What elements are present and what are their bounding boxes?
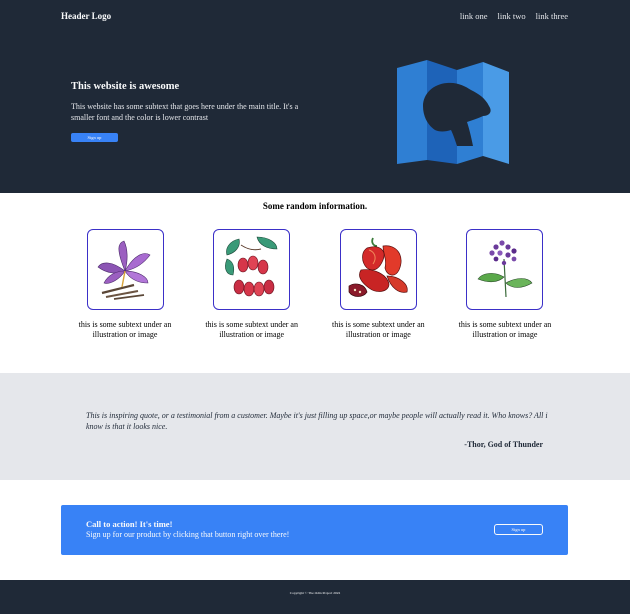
card-image-frame bbox=[466, 229, 544, 310]
landing-page: Header Logo link one link two link three… bbox=[0, 0, 630, 614]
cta-title: Call to action! It's time! bbox=[86, 519, 173, 529]
card-image-frame bbox=[339, 229, 417, 310]
info-cards: this is some subtext under an illustrati… bbox=[66, 229, 564, 340]
quote-section: This is inspiring quote, or a testimonia… bbox=[0, 373, 630, 480]
card-image-frame bbox=[213, 229, 291, 310]
hero-title: This website is awesome bbox=[71, 81, 180, 92]
hero-subtitle: This website has some subtext that goes … bbox=[71, 102, 299, 122]
info-card: this is some subtext under an illustrati… bbox=[193, 229, 311, 340]
header-nav: link one link two link three bbox=[460, 11, 568, 21]
call-to-action: Call to action! It's time! Sign up for o… bbox=[61, 505, 568, 555]
footer-copyright: Copyright © The Odin Project 2022 bbox=[289, 591, 341, 595]
saffron-flower-icon bbox=[97, 240, 151, 300]
nav-link-one[interactable]: link one bbox=[460, 11, 488, 21]
map-with-lion-icon bbox=[397, 60, 509, 164]
info-card: this is some subtext under an illustrati… bbox=[66, 229, 184, 340]
red-pepper-icon bbox=[348, 237, 408, 297]
card-image-frame bbox=[86, 229, 164, 310]
info-title: Some random information. bbox=[262, 201, 368, 211]
card-subtext: this is some subtext under an illustrati… bbox=[331, 320, 425, 339]
card-subtext: this is some subtext under an illustrati… bbox=[205, 320, 298, 339]
berries-icon bbox=[224, 236, 277, 296]
card-subtext: this is some subtext under an illustrati… bbox=[78, 320, 172, 339]
cta-signup-button[interactable]: Sign up bbox=[494, 524, 543, 535]
info-card: this is some subtext under an illustrati… bbox=[446, 229, 564, 340]
nav-link-two[interactable]: link two bbox=[498, 11, 526, 21]
footer: Copyright © The Odin Project 2022 bbox=[0, 580, 630, 614]
nav-link-three[interactable]: link three bbox=[536, 11, 568, 21]
hero-section: Header Logo link one link two link three… bbox=[0, 0, 630, 193]
quote-author: -Thor, God of Thunder bbox=[464, 440, 543, 449]
info-card: this is some subtext under an illustrati… bbox=[319, 229, 437, 340]
purple-flower-icon bbox=[477, 239, 533, 297]
testimonial-quote: This is inspiring quote, or a testimonia… bbox=[86, 411, 548, 431]
card-subtext: this is some subtext under an illustrati… bbox=[458, 320, 552, 339]
header-logo[interactable]: Header Logo bbox=[61, 11, 111, 21]
cta-subtitle: Sign up for our product by clicking that… bbox=[86, 530, 290, 539]
hero-signup-button[interactable]: Sign up bbox=[71, 133, 118, 142]
